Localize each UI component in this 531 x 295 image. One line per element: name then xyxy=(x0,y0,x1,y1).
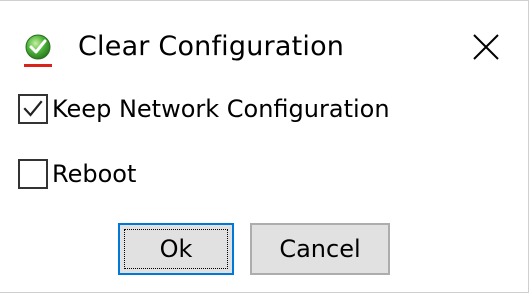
checkmark-icon xyxy=(23,100,43,117)
keep-network-configuration-checkbox[interactable] xyxy=(18,94,48,124)
cancel-button-label: Cancel xyxy=(279,235,361,263)
reboot-checkbox[interactable] xyxy=(18,159,48,189)
title-bar: Clear Configuration xyxy=(0,1,529,87)
ok-button[interactable]: Ok xyxy=(118,223,234,275)
reboot-option[interactable]: Reboot xyxy=(18,156,136,192)
close-button[interactable] xyxy=(462,25,510,69)
clear-configuration-dialog: Clear Configuration Keep Network Configu… xyxy=(0,0,529,293)
ok-button-label: Ok xyxy=(159,235,193,263)
cancel-button[interactable]: Cancel xyxy=(250,223,390,275)
keep-network-configuration-option[interactable]: Keep Network Configuration xyxy=(18,91,390,127)
dialog-title: Clear Configuration xyxy=(78,31,345,62)
green-checkmark-icon xyxy=(20,31,60,71)
keep-network-configuration-label: Keep Network Configuration xyxy=(52,95,390,123)
close-icon xyxy=(472,33,500,61)
reboot-label: Reboot xyxy=(52,160,137,188)
